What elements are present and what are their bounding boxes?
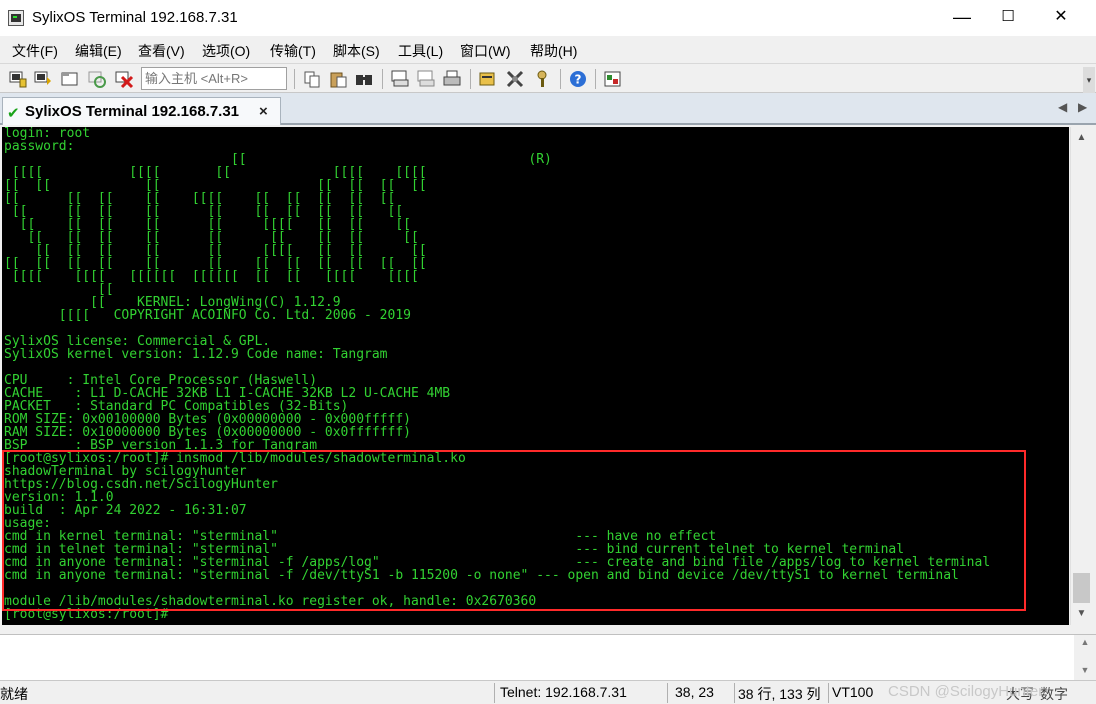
status-ready: 就绪 [0, 686, 28, 702]
status-separator [828, 683, 829, 703]
quick-connect-icon[interactable] [33, 69, 53, 89]
menu-view[interactable]: 查看(V) [138, 41, 185, 61]
toolbar: ? ▾ [0, 63, 1096, 93]
scroll-up-icon[interactable]: ▲ [1074, 637, 1096, 647]
host-input[interactable] [141, 67, 287, 90]
menu-window[interactable]: 窗口(W) [460, 41, 511, 61]
toolbar-separator [382, 69, 383, 89]
command-input-scrollbar[interactable]: ▲ ▼ [1074, 635, 1096, 681]
window-title: SylixOS Terminal 192.168.7.31 [32, 9, 238, 26]
sftp-icon[interactable] [603, 69, 623, 89]
connect-icon[interactable] [8, 69, 28, 89]
terminal-line: login: root [4, 127, 91, 141]
terminal-scrollbar[interactable]: ▲ ▼ [1070, 127, 1092, 625]
terminal-screen[interactable]: login: root password: [[ (R) [[[[ [[[[ [[… [2, 127, 1069, 625]
disconnect-icon[interactable] [114, 69, 134, 89]
terminal-line: [[[[ [[[[ [[[[[[ [[[[[[ [[ [[ [[[[ [[[[ [4, 269, 419, 284]
app-icon [8, 10, 24, 26]
command-input-area[interactable]: ▲ ▼ [0, 634, 1096, 681]
keymap-icon[interactable] [532, 69, 552, 89]
status-cursor-position: 38, 23 [675, 684, 714, 700]
reconnect-icon[interactable] [87, 69, 107, 89]
title-bar[interactable]: SylixOS Terminal 192.168.7.31 — ☐ ✕ [0, 0, 1096, 36]
toolbar-separator [560, 69, 561, 89]
terminal-app-window: SylixOS Terminal 192.168.7.31 — ☐ ✕ 文件(F… [0, 0, 1096, 704]
print-selection-icon[interactable] [416, 69, 436, 89]
status-bar: 就绪 Telnet: 192.168.7.31 38, 23 38 行, 133… [0, 680, 1096, 704]
tab-scroll-left-icon[interactable]: ◀ [1058, 100, 1067, 114]
menu-edit[interactable]: 编辑(E) [75, 41, 122, 61]
menu-script[interactable]: 脚本(S) [333, 41, 380, 61]
minimize-button[interactable]: — [939, 0, 985, 36]
watermark: CSDN @ScilogyHunter [888, 683, 1044, 700]
print-icon[interactable] [442, 69, 462, 89]
session-options-icon[interactable] [478, 69, 498, 89]
toolbar-separator [294, 69, 295, 89]
status-separator [734, 683, 735, 703]
paste-icon[interactable] [328, 69, 348, 89]
menu-help[interactable]: 帮助(H) [530, 41, 577, 61]
scroll-down-icon[interactable]: ▼ [1074, 665, 1096, 675]
status-separator [667, 683, 668, 703]
toolbar-separator [595, 69, 596, 89]
tab-close-icon[interactable]: × [259, 103, 268, 120]
menu-tools[interactable]: 工具(L) [398, 41, 443, 61]
scrollbar-thumb[interactable] [1073, 573, 1090, 603]
highlight-annotation-box [2, 450, 1026, 611]
terminal-line: SylixOS kernel version: 1.12.9 Code name… [4, 347, 388, 362]
menu-transfer[interactable]: 传输(T) [270, 41, 316, 61]
close-window-button[interactable]: ✕ [1038, 0, 1084, 36]
session-tab-bar: ✔ SylixOS Terminal 192.168.7.31 × ◀ ▶ [0, 93, 1096, 125]
maximize-button[interactable]: ☐ [985, 0, 1031, 36]
status-connection: Telnet: 192.168.7.31 [500, 684, 627, 700]
tab-scroll-right-icon[interactable]: ▶ [1078, 100, 1087, 114]
find-icon[interactable] [354, 69, 374, 89]
toolbar-overflow-icon[interactable]: ▾ [1083, 67, 1095, 93]
menu-file[interactable]: 文件(F) [12, 41, 58, 61]
print-screen-icon[interactable] [390, 69, 410, 89]
connect-tab-icon[interactable] [60, 69, 80, 89]
status-terminal-size: 38 行, 133 列 [738, 686, 821, 702]
terminal-line: [[[[ COPYRIGHT ACOINFO Co. Ltd. 2006 - 2… [4, 308, 411, 323]
menu-bar: 文件(F) 编辑(E) 查看(V) 选项(O) 传输(T) 脚本(S) 工具(L… [0, 36, 1096, 63]
menu-options[interactable]: 选项(O) [202, 41, 250, 61]
copy-icon[interactable] [302, 69, 322, 89]
global-options-icon[interactable] [505, 69, 525, 89]
tab-session[interactable]: ✔ SylixOS Terminal 192.168.7.31 × [2, 97, 281, 125]
toolbar-separator [470, 69, 471, 89]
tab-label: SylixOS Terminal 192.168.7.31 [25, 103, 240, 120]
status-separator [494, 683, 495, 703]
scroll-up-icon[interactable]: ▲ [1071, 127, 1092, 149]
status-emulation: VT100 [832, 684, 874, 700]
help-icon[interactable]: ? [568, 69, 588, 89]
svg-text:?: ? [575, 73, 582, 87]
scroll-down-icon[interactable]: ▼ [1071, 603, 1092, 625]
status-num: 数字 [1040, 686, 1068, 702]
connected-check-icon: ✔ [7, 105, 20, 122]
